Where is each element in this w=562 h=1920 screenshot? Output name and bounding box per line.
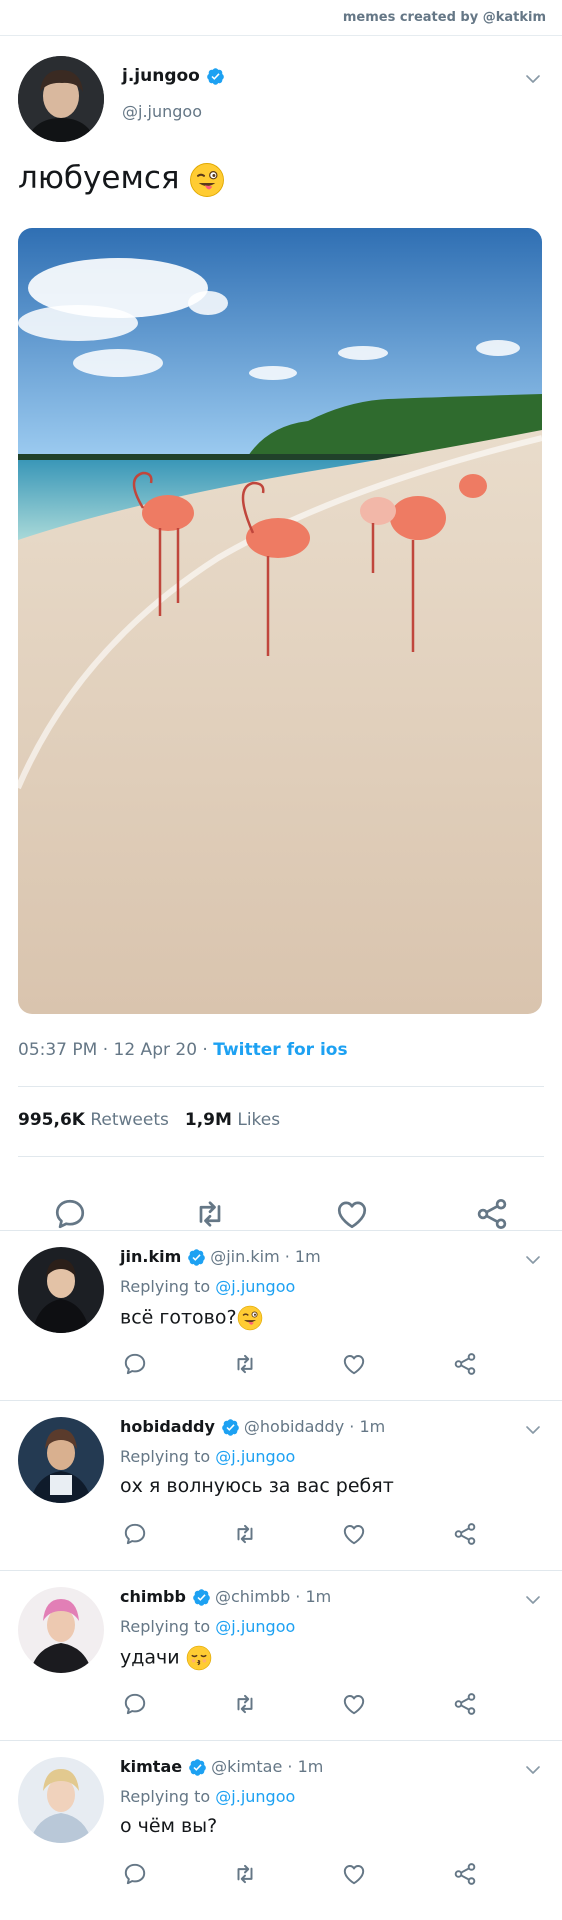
chevron-down-icon[interactable] <box>524 1591 542 1609</box>
replying-to-label: Replying to <box>120 1277 211 1296</box>
likes-count: 1,9M <box>184 1110 232 1130</box>
replying-to: Replying to @j.jungoo <box>120 1617 295 1636</box>
retweets-count: 995,6K <box>18 1110 85 1130</box>
reply-tweet[interactable]: hobidaddy @hobidaddy · 1m Replying to @j.… <box>0 1400 562 1570</box>
reply-actions <box>0 1521 562 1557</box>
replying-to: Replying to @j.jungoo <box>120 1277 295 1296</box>
reply-text-content: удачи <box>120 1646 180 1669</box>
likes-stat[interactable]: 1,9M Likes <box>185 1110 280 1130</box>
verified-badge-icon <box>192 1588 211 1607</box>
like-icon[interactable] <box>341 1691 367 1717</box>
reply-icon[interactable] <box>52 1196 88 1232</box>
share-icon[interactable] <box>452 1351 478 1377</box>
author-name-text: j.jungoo <box>122 66 200 86</box>
mention-link[interactable]: @j.jungoo <box>215 1617 295 1636</box>
reply-author-name: hobidaddy <box>120 1417 215 1436</box>
reply-text-content: всё готово? <box>120 1306 237 1329</box>
reply-text: всё готово? <box>120 1305 263 1331</box>
reply-text: о чём вы? <box>120 1815 218 1837</box>
chevron-down-icon[interactable] <box>524 1421 542 1439</box>
reply-icon[interactable] <box>122 1521 148 1547</box>
tweet-timestamp: 05:37 PM · 12 Apr 20 · <box>18 1040 208 1060</box>
retweets-label: Retweets <box>90 1110 169 1130</box>
chevron-down-icon[interactable] <box>524 1761 542 1779</box>
mention-link[interactable]: @j.jungoo <box>215 1787 295 1806</box>
reply-avatar[interactable] <box>18 1587 104 1673</box>
tweet-stats: 995,6K Retweets 1,9M Likes <box>18 1110 280 1130</box>
retweets-stat[interactable]: 995,6K Retweets <box>18 1110 169 1130</box>
retweet-icon[interactable] <box>232 1691 258 1717</box>
reply-actions <box>0 1691 562 1727</box>
reply-icon[interactable] <box>122 1691 148 1717</box>
retweet-icon[interactable] <box>192 1196 228 1232</box>
replying-to-label: Replying to <box>120 1447 211 1466</box>
reply-icon[interactable] <box>122 1351 148 1377</box>
reply-text: удачи <box>120 1645 212 1671</box>
reply-handle-time: @jin.kim · 1m <box>210 1247 321 1266</box>
verified-badge-icon <box>187 1248 206 1267</box>
replying-to-label: Replying to <box>120 1787 211 1806</box>
reply-actions <box>0 1351 562 1387</box>
replying-to: Replying to @j.jungoo <box>120 1447 295 1466</box>
kissing-emoji-icon <box>186 1645 212 1671</box>
reply-tweet[interactable]: jin.kim @jin.kim · 1m Replying to @j.jung… <box>0 1230 562 1400</box>
reply-author-name: jin.kim <box>120 1247 182 1266</box>
mention-link[interactable]: @j.jungoo <box>215 1277 295 1296</box>
tweet-photo[interactable] <box>18 228 542 1014</box>
tweet-meta: 05:37 PM · 12 Apr 20 · Twitter for ios <box>18 1040 348 1060</box>
reply-author-name: chimbb <box>120 1587 186 1606</box>
verified-badge-icon <box>206 67 225 86</box>
reply-author[interactable]: hobidaddy @hobidaddy · 1m <box>120 1417 385 1437</box>
reply-avatar[interactable] <box>18 1247 104 1333</box>
divider <box>18 1156 544 1157</box>
reply-actions <box>0 1861 562 1897</box>
retweet-icon[interactable] <box>232 1351 258 1377</box>
tweet-source-link[interactable]: Twitter for ios <box>213 1040 347 1060</box>
reply-tweet[interactable]: chimbb @chimbb · 1m Replying to @j.jungoo… <box>0 1570 562 1740</box>
like-icon[interactable] <box>341 1861 367 1887</box>
reply-handle-time: @hobidaddy · 1m <box>243 1417 386 1436</box>
like-icon[interactable] <box>334 1196 370 1232</box>
reply-icon[interactable] <box>122 1861 148 1887</box>
verified-badge-icon <box>221 1418 240 1437</box>
like-icon[interactable] <box>341 1521 367 1547</box>
share-icon[interactable] <box>474 1196 510 1232</box>
replying-to: Replying to @j.jungoo <box>120 1787 295 1806</box>
retweet-icon[interactable] <box>232 1861 258 1887</box>
mention-link[interactable]: @j.jungoo <box>215 1447 295 1466</box>
retweet-icon[interactable] <box>232 1521 258 1547</box>
verified-badge-icon <box>188 1758 207 1777</box>
reply-author[interactable]: kimtae @kimtae · 1m <box>120 1757 323 1777</box>
winking-tongue-emoji-icon <box>189 162 225 198</box>
reply-author[interactable]: jin.kim @jin.kim · 1m <box>120 1247 321 1267</box>
reply-author-name: kimtae <box>120 1757 183 1776</box>
likes-label: Likes <box>237 1110 281 1130</box>
reply-avatar[interactable] <box>18 1417 104 1503</box>
tweet-text-content: любуемся <box>18 160 180 196</box>
winking-tongue-emoji-icon <box>237 1305 263 1331</box>
reply-handle-time: @kimtae · 1m <box>211 1757 324 1776</box>
author-avatar[interactable] <box>18 56 104 142</box>
replying-to-label: Replying to <box>120 1617 211 1636</box>
chevron-down-icon[interactable] <box>524 1251 542 1269</box>
author-handle[interactable]: @j.jungoo <box>122 102 202 121</box>
author-name[interactable]: j.jungoo <box>122 66 225 86</box>
share-icon[interactable] <box>452 1521 478 1547</box>
chevron-down-icon[interactable] <box>524 70 542 88</box>
credit-text: memes created by @katkim <box>342 10 546 25</box>
divider <box>18 1086 544 1087</box>
reply-text: ох я волнуюсь за вас ребят <box>120 1475 394 1497</box>
reply-handle-time: @chimbb · 1m <box>214 1587 332 1606</box>
share-icon[interactable] <box>452 1861 478 1887</box>
reply-author[interactable]: chimbb @chimbb · 1m <box>120 1587 331 1607</box>
credit-bar: memes created by @katkim <box>0 0 562 36</box>
reply-avatar[interactable] <box>18 1757 104 1843</box>
reply-tweet[interactable]: kimtae @kimtae · 1m Replying to @j.jungoo… <box>0 1740 562 1920</box>
like-icon[interactable] <box>341 1351 367 1377</box>
share-icon[interactable] <box>452 1691 478 1717</box>
tweet-text: любуемся <box>18 160 225 198</box>
